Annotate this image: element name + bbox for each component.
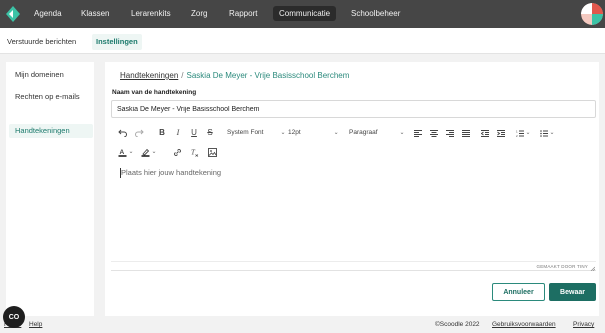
signature-editor-area[interactable]: Plaats hier jouw handtekening: [111, 162, 596, 262]
chevron-down-icon[interactable]: ⌄: [128, 147, 134, 157]
nav-lerarenkits[interactable]: Lerarenkits: [131, 8, 171, 19]
footer-copyright: ©Scoodle 2022: [435, 321, 480, 328]
footer-help-link[interactable]: Help: [29, 321, 42, 328]
signature-name-input[interactable]: [111, 100, 596, 118]
rich-text-editor: B I U S System Font ⌄ 12pt ⌄ Paragraaf ⌄ 12…: [111, 122, 596, 272]
nav-zorg[interactable]: Zorg: [191, 8, 207, 19]
breadcrumb-current: Saskia De Meyer - Vrije Basisschool Berc…: [186, 71, 350, 80]
strikethrough-icon[interactable]: S: [206, 128, 214, 138]
sidebar-item-handtekeningen[interactable]: Handtekeningen: [9, 124, 93, 138]
sidebar-item-rechten-op-emails[interactable]: Rechten op e-mails: [9, 90, 93, 104]
align-center-icon[interactable]: [429, 128, 438, 138]
page-footer: Home Help ©Scoodle 2022 Gebruiksvoorwaar…: [0, 318, 605, 333]
numbered-list-icon[interactable]: 12: [515, 128, 524, 138]
highlight-color-bar: [141, 154, 149, 157]
nav-communicatie[interactable]: Communicatie: [273, 6, 337, 21]
highlight-color-icon[interactable]: [140, 147, 150, 157]
chevron-down-icon[interactable]: ⌄: [151, 147, 157, 157]
align-left-icon[interactable]: [413, 128, 422, 138]
nav-schoolbeheer[interactable]: Schoolbeheer: [351, 8, 400, 19]
breadcrumb: Handtekeningen / Saskia De Meyer - Vrije B…: [120, 71, 349, 81]
chat-button[interactable]: CO: [3, 306, 25, 328]
redo-icon[interactable]: [134, 128, 144, 138]
undo-icon[interactable]: [117, 128, 127, 138]
nav-rapport[interactable]: Rapport: [229, 8, 257, 19]
indent-icon[interactable]: [496, 128, 505, 138]
breadcrumb-separator: /: [181, 71, 184, 80]
top-navigation: Agenda Klassen Lerarenkits Zorg Rapport …: [0, 0, 605, 28]
bullet-list-icon[interactable]: [539, 128, 548, 138]
signature-panel: Handtekeningen / Saskia De Meyer - Vrije B…: [105, 62, 599, 316]
resize-handle-icon[interactable]: [590, 264, 596, 272]
svg-text:A: A: [119, 149, 124, 156]
image-icon[interactable]: [207, 147, 217, 157]
clear-formatting-icon[interactable]: T: [189, 147, 199, 157]
sub-navigation: Verstuurde berichten Instellingen: [0, 28, 605, 54]
font-size-value: 12pt: [288, 129, 301, 136]
chat-label: CO: [8, 313, 20, 321]
tab-verstuurde-berichten[interactable]: Verstuurde berichten: [7, 37, 76, 47]
link-icon[interactable]: [172, 147, 182, 157]
chevron-down-icon[interactable]: ⌄: [549, 128, 555, 138]
text-color-bar: [118, 154, 126, 157]
outdent-icon[interactable]: [480, 128, 489, 138]
font-family-value: System Font: [227, 129, 264, 136]
chevron-down-icon: ⌄: [280, 130, 286, 136]
cancel-button[interactable]: Annuleer: [492, 283, 545, 301]
sidebar-item-mijn-domeinen[interactable]: Mijn domeinen: [9, 68, 93, 82]
nav-agenda[interactable]: Agenda: [34, 8, 62, 19]
tab-instellingen[interactable]: Instellingen: [92, 34, 142, 50]
svg-text:T: T: [191, 148, 196, 156]
font-size-select[interactable]: 12pt ⌄: [288, 128, 339, 138]
block-format-select[interactable]: Paragraaf ⌄: [349, 128, 405, 138]
underline-icon[interactable]: U: [190, 128, 198, 138]
align-justify-icon[interactable]: [461, 128, 470, 138]
align-right-icon[interactable]: [445, 128, 454, 138]
nav-klassen[interactable]: Klassen: [81, 8, 109, 19]
font-family-select[interactable]: System Font ⌄: [227, 128, 286, 138]
breadcrumb-parent-link[interactable]: Handtekeningen: [120, 71, 178, 80]
settings-sidebar: Mijn domeinen Rechten op e-mails Handtek…: [6, 62, 94, 316]
svg-text:2: 2: [516, 134, 518, 137]
save-button[interactable]: Bewaar: [549, 283, 596, 301]
editor-placeholder: Plaats hier jouw handtekening: [120, 168, 222, 178]
italic-icon[interactable]: I: [174, 128, 182, 138]
footer-terms-link[interactable]: Gebruiksvoorwaarden: [492, 321, 556, 328]
chevron-down-icon: ⌄: [399, 130, 405, 136]
powered-by-tiny-link[interactable]: GEMAAKT DOOR TINY: [537, 264, 589, 269]
signature-name-label: Naam van de handtekening: [112, 89, 197, 96]
block-format-value: Paragraaf: [349, 129, 378, 136]
footer-privacy-link[interactable]: Privacy: [573, 321, 594, 328]
editor-statusbar: GEMAAKT DOOR TINY: [111, 261, 596, 272]
user-avatar[interactable]: [581, 3, 603, 25]
svg-text:1: 1: [516, 130, 518, 134]
text-color-icon[interactable]: A: [117, 147, 127, 157]
scoodle-logo[interactable]: [4, 4, 22, 24]
chevron-down-icon[interactable]: ⌄: [525, 128, 531, 138]
bold-icon[interactable]: B: [158, 128, 166, 138]
chevron-down-icon: ⌄: [333, 130, 339, 136]
